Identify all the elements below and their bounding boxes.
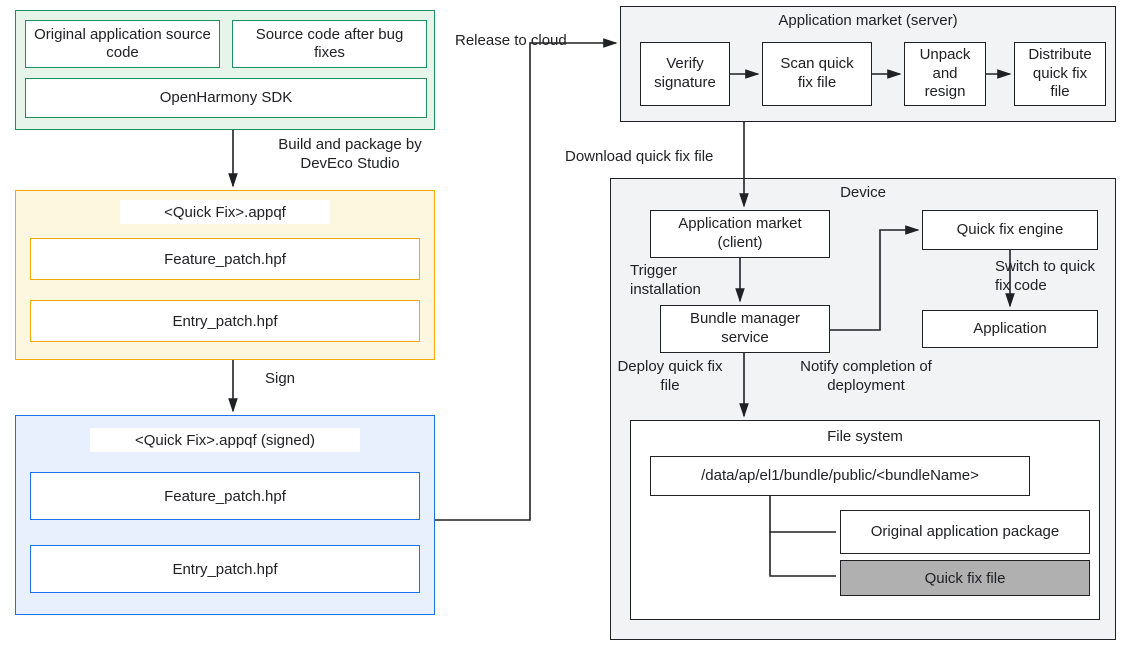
application-box: Application [922, 310, 1098, 348]
fixed-source-box: Source code after bug fixes [232, 20, 427, 68]
build-label: Build and package by DevEco Studio [250, 136, 450, 174]
market-server-title: Application market (server) [620, 12, 1116, 31]
market-client-box: Application market (client) [650, 210, 830, 258]
entry-hpf-box: Entry_patch.hpf [30, 300, 420, 342]
appqf-title: <Quick Fix>.appqf [120, 200, 330, 224]
sdk-box: OpenHarmony SDK [25, 78, 427, 118]
deploy-label: Deploy quick fix file [600, 358, 740, 396]
trigger-label: Trigger installation [630, 262, 730, 300]
download-label: Download quick fix file [565, 148, 765, 167]
release-label: Release to cloud [455, 32, 615, 51]
original-source-box: Original application source code [25, 20, 220, 68]
switch-label: Switch to quick fix code [995, 258, 1121, 296]
feature-hpf-box: Feature_patch.hpf [30, 238, 420, 280]
scan-file-box: Scan quick fix file [762, 42, 872, 106]
quick-fix-file-box: Quick fix file [840, 560, 1090, 596]
distribute-box: Distribute quick fix file [1014, 42, 1106, 106]
original-package-box: Original application package [840, 510, 1090, 554]
quick-fix-engine-box: Quick fix engine [922, 210, 1098, 250]
unpack-resign-box: Unpack and resign [904, 42, 986, 106]
file-system-title: File system [630, 428, 1100, 447]
notify-label: Notify completion of deployment [776, 358, 956, 396]
bundle-path-box: /data/ap/el1/bundle/public/<bundleName> [650, 456, 1030, 496]
verify-signature-box: Verify signature [640, 42, 730, 106]
signed-feature-hpf-box: Feature_patch.hpf [30, 472, 420, 520]
sign-label: Sign [250, 370, 310, 389]
diagram-canvas: Original application source code Source … [0, 0, 1125, 651]
signed-entry-hpf-box: Entry_patch.hpf [30, 545, 420, 593]
bundle-manager-box: Bundle manager service [660, 305, 830, 353]
signed-appqf-title: <Quick Fix>.appqf (signed) [90, 428, 360, 452]
device-title: Device [610, 184, 1116, 203]
